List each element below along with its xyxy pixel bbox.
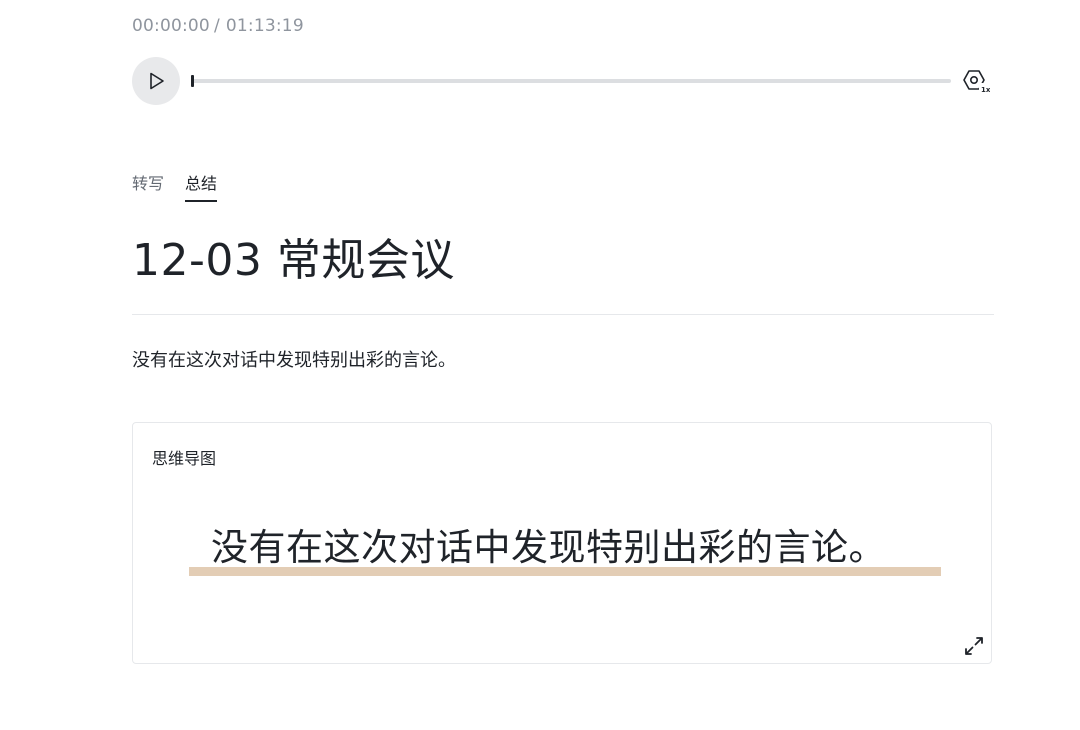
playback-speed-button[interactable]: 1x xyxy=(962,68,991,94)
mindmap-card: 思维导图 没有在这次对话中发现特别出彩的言论。 xyxy=(132,422,992,664)
playback-time: 00:00:00/01:13:19 xyxy=(132,16,304,36)
tab-summary[interactable]: 总结 xyxy=(185,170,218,202)
expand-icon xyxy=(965,637,983,655)
expand-mindmap-button[interactable] xyxy=(963,635,985,657)
mindmap-node-text: 没有在这次对话中发现特别出彩的言论。 xyxy=(211,526,886,569)
progress-thumb[interactable] xyxy=(191,75,194,87)
play-button[interactable] xyxy=(132,57,180,105)
speed-label: 1x xyxy=(981,86,990,94)
summary-text: 没有在这次对话中发现特别出彩的言论。 xyxy=(132,350,456,371)
total-duration: 01:13:19 xyxy=(225,16,304,36)
meeting-summary-page: 00:00:00/01:13:19 1x 转写 总结 12-03 常规会议 没有… xyxy=(0,0,1080,730)
divider xyxy=(132,314,994,315)
time-separator: / xyxy=(213,16,220,36)
progress-track[interactable] xyxy=(191,79,951,83)
mindmap-title: 思维导图 xyxy=(152,449,217,468)
mindmap-root-node[interactable]: 没有在这次对话中发现特别出彩的言论。 xyxy=(189,517,941,577)
current-time: 00:00:00 xyxy=(132,16,210,36)
mindmap-node-underline xyxy=(189,567,941,576)
play-icon xyxy=(150,72,164,90)
tab-transcript[interactable]: 转写 xyxy=(132,170,164,200)
playback-speed-icon: 1x xyxy=(963,70,991,94)
audio-player: 1x xyxy=(132,57,992,105)
page-title: 12-03 常规会议 xyxy=(132,235,455,286)
